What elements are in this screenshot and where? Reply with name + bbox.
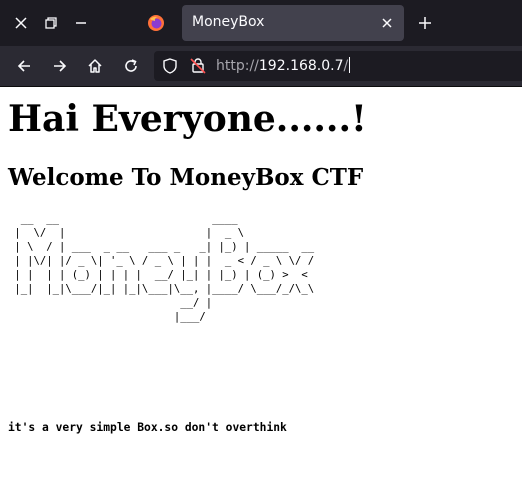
tab-moneybox[interactable]: MoneyBox	[182, 5, 404, 41]
ascii-art-banner: __ __ ____ | \/ | | _ \ | \ / | ___ _ __…	[14, 213, 315, 323]
close-window-icon[interactable]	[11, 13, 31, 33]
tab-title: MoneyBox	[192, 14, 265, 30]
url-scheme: http://	[216, 58, 259, 74]
navigation-toolbar: http://192.168.0.7/	[0, 46, 522, 87]
tab-close-icon[interactable]	[378, 14, 396, 32]
forward-icon[interactable]	[49, 55, 71, 77]
insecure-lock-icon[interactable]	[190, 57, 206, 78]
tab-strip: MoneyBox	[0, 0, 522, 46]
page-subtitle: Welcome To MoneyBox CTF	[8, 164, 364, 191]
url-path: /	[343, 58, 349, 74]
shield-icon[interactable]	[162, 58, 178, 78]
hint-text: it's a very simple Box.so don't overthin…	[8, 421, 287, 434]
firefox-icon	[146, 13, 166, 33]
restore-window-icon[interactable]	[41, 13, 61, 33]
url-host: 192.168.0.7	[258, 58, 344, 74]
new-tab-icon[interactable]	[415, 13, 435, 33]
text-cursor	[349, 57, 351, 73]
back-icon[interactable]	[13, 55, 35, 77]
url-bar[interactable]: http://192.168.0.7/	[154, 51, 522, 81]
minimize-window-icon[interactable]	[71, 13, 91, 33]
url-text[interactable]: http://192.168.0.7/	[216, 57, 351, 74]
home-icon[interactable]	[84, 55, 106, 77]
reload-icon[interactable]	[120, 55, 142, 77]
page-title: Hai Everyone......!	[8, 98, 367, 140]
